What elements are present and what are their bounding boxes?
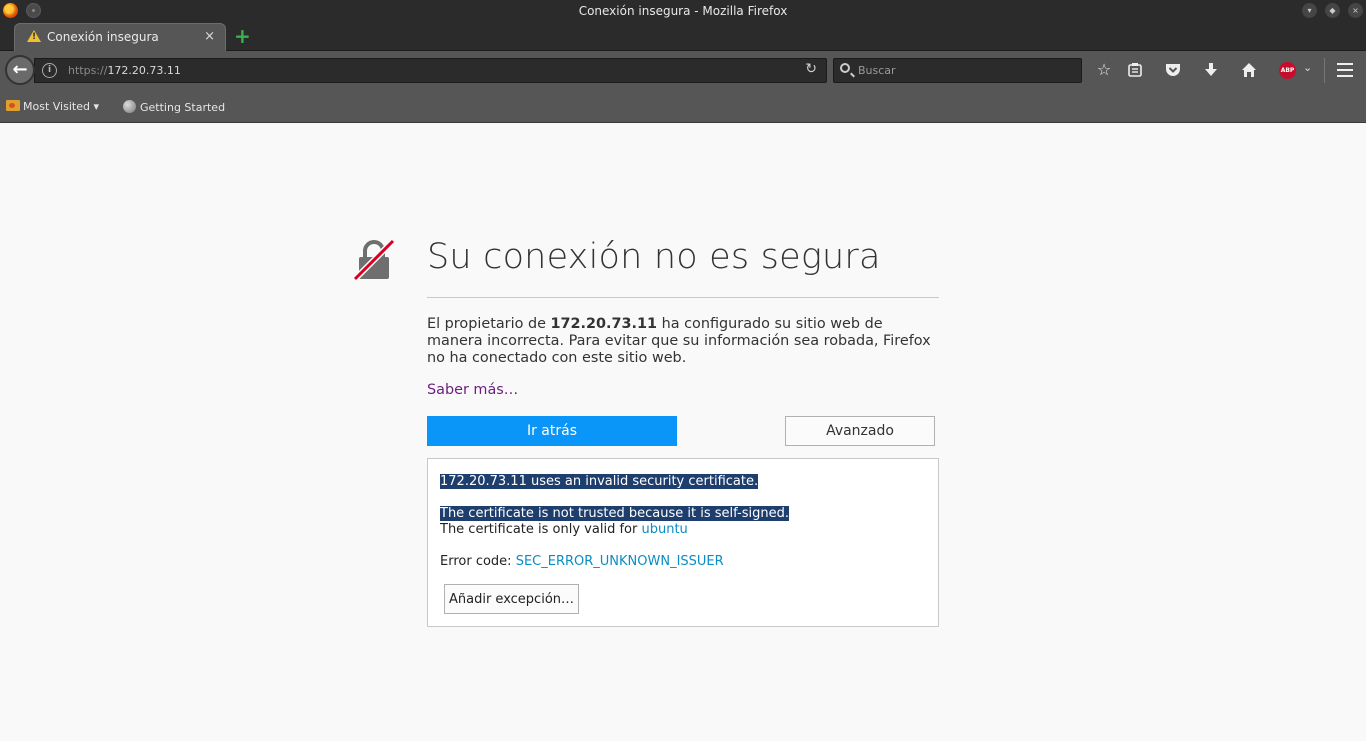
- advanced-button[interactable]: Avanzado: [785, 416, 935, 446]
- desc-host: 172.20.73.11: [550, 316, 658, 332]
- selected-text: The certificate is not trusted because i…: [440, 506, 789, 521]
- window-title: Conexión insegura - Mozilla Firefox: [578, 4, 788, 18]
- download-icon[interactable]: [1200, 59, 1222, 81]
- tab-insecure-connection[interactable]: Conexión insegura ×: [14, 23, 226, 51]
- advanced-panel: 172.20.73.11 uses an invalid security ce…: [427, 458, 939, 627]
- url-host: 172.20.73.11: [107, 64, 181, 77]
- error-code-line: Error code: SEC_ERROR_UNKNOWN_ISSUER: [440, 554, 724, 569]
- reload-icon[interactable]: ↻: [805, 61, 817, 77]
- search-bar[interactable]: Buscar: [833, 58, 1082, 83]
- tab-label: Conexión insegura: [47, 30, 159, 44]
- bookmark-label: Getting Started: [140, 101, 226, 114]
- learn-more-link[interactable]: Saber más…: [427, 382, 518, 398]
- minimize-button[interactable]: ▾: [1302, 3, 1317, 18]
- cert-invalid-text: 172.20.73.11 uses an invalid security ce…: [440, 474, 759, 489]
- valid-host-link[interactable]: ubuntu: [641, 522, 687, 537]
- star-icon[interactable]: ☆: [1093, 59, 1115, 81]
- pocket-icon[interactable]: [1162, 59, 1184, 81]
- search-placeholder: Buscar: [858, 64, 896, 77]
- reading-list-icon[interactable]: [1124, 59, 1146, 81]
- adblock-icon[interactable]: ABP: [1279, 62, 1296, 79]
- broken-lock-icon: [353, 239, 395, 281]
- globe-icon: [123, 100, 136, 113]
- window-titlebar: Conexión insegura - Mozilla Firefox ▾ ◆ …: [0, 0, 1366, 22]
- url-scheme: https://: [68, 64, 108, 77]
- error-code-link[interactable]: SEC_ERROR_UNKNOWN_ISSUER: [516, 554, 724, 569]
- bookmark-most-visited[interactable]: Most Visited ▾: [6, 100, 99, 113]
- close-window-button[interactable]: ×: [1348, 3, 1363, 18]
- page-title: Su conexión no es segura: [427, 237, 881, 277]
- add-exception-button[interactable]: Añadir excepción…: [444, 584, 579, 614]
- chevron-down-icon[interactable]: ⌄: [1303, 61, 1312, 74]
- site-info-icon[interactable]: i: [42, 63, 57, 78]
- back-button[interactable]: ←: [5, 55, 35, 85]
- bookmark-getting-started[interactable]: Getting Started: [123, 100, 225, 114]
- menu-icon[interactable]: [1337, 63, 1353, 77]
- url-text[interactable]: https://172.20.73.11: [68, 64, 181, 77]
- cert-valid-for-text: The certificate is only valid for ubuntu: [440, 522, 688, 537]
- selected-text: 172.20.73.11 uses an invalid security ce…: [440, 474, 759, 489]
- toolbar-separator: [1324, 58, 1325, 83]
- url-bar[interactable]: i https://172.20.73.11 ↻: [34, 58, 827, 83]
- cert-self-signed-text: The certificate is not trusted because i…: [440, 506, 789, 521]
- error-page: Su conexión no es segura El propietario …: [0, 123, 1366, 741]
- home-icon[interactable]: [1238, 59, 1260, 81]
- go-back-button[interactable]: Ir atrás: [427, 416, 677, 446]
- new-tab-button[interactable]: +: [234, 24, 251, 48]
- tab-strip: Conexión insegura × +: [0, 22, 1366, 51]
- navigation-toolbar: i https://172.20.73.11 ↻ ← Buscar ☆ ABP …: [0, 51, 1366, 89]
- bookmarks-toolbar: Most Visited ▾ Getting Started: [0, 89, 1366, 123]
- valid-for-label: The certificate is only valid for: [440, 522, 642, 537]
- error-description: El propietario de 172.20.73.11 ha config…: [427, 316, 939, 367]
- divider: [427, 297, 939, 298]
- folder-icon: [6, 100, 20, 111]
- warning-icon: [27, 30, 41, 42]
- desc-text: El propietario de: [427, 316, 551, 332]
- tab-close-icon[interactable]: ×: [204, 29, 215, 44]
- bookmark-label: Most Visited ▾: [23, 100, 99, 113]
- error-code-label: Error code:: [440, 554, 516, 569]
- maximize-button[interactable]: ◆: [1325, 3, 1340, 18]
- search-icon: [840, 63, 850, 73]
